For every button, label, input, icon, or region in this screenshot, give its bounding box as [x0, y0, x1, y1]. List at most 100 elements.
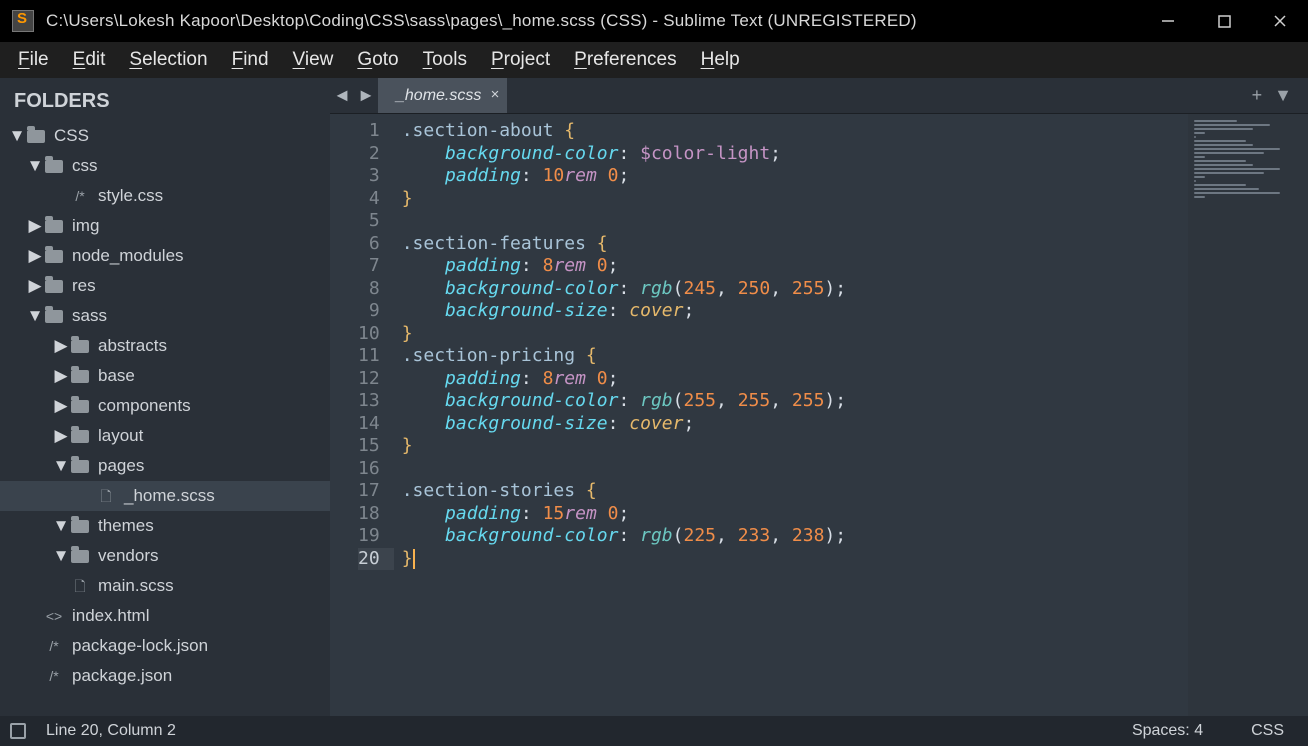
close-button[interactable]: [1252, 0, 1308, 42]
line-gutter[interactable]: 1234567891011121314151617181920: [330, 114, 394, 716]
tree-item-package-json[interactable]: /*package.json: [0, 661, 330, 691]
titlebar[interactable]: C:\Users\Lokesh Kapoor\Desktop\Coding\CS…: [0, 0, 1308, 42]
tab-menu-icon[interactable]: ▼: [1268, 85, 1298, 106]
minimap[interactable]: [1188, 114, 1308, 716]
line-number[interactable]: 4: [369, 188, 380, 209]
menu-tools[interactable]: Tools: [411, 45, 479, 75]
tree-item-abstracts[interactable]: ▶abstracts: [0, 331, 330, 361]
code-line[interactable]: background-size: cover;: [402, 413, 1188, 436]
tab-nav-prev-icon[interactable]: ◄: [330, 78, 354, 113]
status-cursor-position[interactable]: Line 20, Column 2: [46, 722, 176, 740]
tree-item-themes[interactable]: ▼themes: [0, 511, 330, 541]
tree-item-main-scss[interactable]: 🗋main.scss: [0, 571, 330, 601]
tree-item--home-scss[interactable]: 🗋_home.scss: [0, 481, 330, 511]
code-line[interactable]: background-color: rgb(225, 233, 238);: [402, 525, 1188, 548]
new-tab-icon[interactable]: +: [1246, 85, 1269, 106]
maximize-button[interactable]: [1196, 0, 1252, 42]
menu-project[interactable]: Project: [479, 45, 562, 75]
code-line[interactable]: padding: 8rem 0;: [402, 255, 1188, 278]
menu-help[interactable]: Help: [689, 45, 752, 75]
line-number[interactable]: 12: [358, 368, 380, 389]
tree-item-pages[interactable]: ▼pages: [0, 451, 330, 481]
tab-close-icon[interactable]: ×: [491, 86, 500, 103]
menu-find[interactable]: Find: [220, 45, 281, 75]
tabbar[interactable]: ◄ ► _home.scss × + ▼: [330, 78, 1308, 114]
line-number[interactable]: 5: [369, 210, 380, 231]
menu-file[interactable]: File: [6, 45, 61, 75]
code-line[interactable]: background-color: $color-light;: [402, 143, 1188, 166]
folder-icon: [70, 336, 90, 356]
code-line[interactable]: }: [402, 548, 1188, 571]
tree-item-node-modules[interactable]: ▶node_modules: [0, 241, 330, 271]
status-indent[interactable]: Spaces: 4: [1132, 722, 1203, 740]
tree-item-package-lock-json[interactable]: /*package-lock.json: [0, 631, 330, 661]
line-number[interactable]: 18: [358, 503, 380, 524]
folder-icon: [70, 456, 90, 476]
menu-view[interactable]: View: [281, 45, 346, 75]
tree-item-vendors[interactable]: ▼vendors: [0, 541, 330, 571]
app-window: C:\Users\Lokesh Kapoor\Desktop\Coding\CS…: [0, 0, 1308, 746]
minimize-button[interactable]: [1140, 0, 1196, 42]
folder-icon: [44, 276, 64, 296]
line-number[interactable]: 15: [358, 435, 380, 456]
menu-goto[interactable]: Goto: [345, 45, 410, 75]
tree-item-img[interactable]: ▶img: [0, 211, 330, 241]
tree-item-style-css[interactable]: /*style.css: [0, 181, 330, 211]
code-editor[interactable]: .section-about { background-color: $colo…: [394, 114, 1188, 716]
sidebar-header: FOLDERS: [0, 84, 330, 121]
code-line[interactable]: background-color: rgb(255, 255, 255);: [402, 390, 1188, 413]
statusbar[interactable]: Line 20, Column 2 Spaces: 4 CSS: [0, 716, 1308, 746]
code-line[interactable]: padding: 8rem 0;: [402, 368, 1188, 391]
line-number[interactable]: 1: [369, 120, 380, 141]
line-number[interactable]: 16: [358, 458, 380, 479]
disclosure-icon: ▶: [52, 361, 70, 391]
code-line[interactable]: .section-features {: [402, 233, 1188, 256]
tab-home-scss[interactable]: _home.scss ×: [378, 78, 507, 113]
line-number[interactable]: 7: [369, 255, 380, 276]
line-number[interactable]: 6: [369, 233, 380, 254]
code-line[interactable]: }: [402, 323, 1188, 346]
tree-item-css[interactable]: ▼css: [0, 151, 330, 181]
sidebar[interactable]: FOLDERS ▼CSS▼css/*style.css▶img▶node_mod…: [0, 78, 330, 716]
tree-item-res[interactable]: ▶res: [0, 271, 330, 301]
tab-nav-next-icon[interactable]: ►: [354, 78, 378, 113]
code-line[interactable]: .section-stories {: [402, 480, 1188, 503]
code-line[interactable]: background-color: rgb(245, 250, 255);: [402, 278, 1188, 301]
main-area: FOLDERS ▼CSS▼css/*style.css▶img▶node_mod…: [0, 78, 1308, 716]
line-number[interactable]: 8: [369, 278, 380, 299]
tree-item-layout[interactable]: ▶layout: [0, 421, 330, 451]
code-line[interactable]: [402, 458, 1188, 481]
tree-item-label: _home.scss: [124, 481, 215, 511]
line-number[interactable]: 9: [369, 300, 380, 321]
line-number[interactable]: 14: [358, 413, 380, 434]
code-line[interactable]: }: [402, 188, 1188, 211]
code-line[interactable]: .section-pricing {: [402, 345, 1188, 368]
line-number[interactable]: 17: [358, 480, 380, 501]
code-line[interactable]: background-size: cover;: [402, 300, 1188, 323]
line-number[interactable]: 13: [358, 390, 380, 411]
tree-item-css[interactable]: ▼CSS: [0, 121, 330, 151]
line-number[interactable]: 20: [358, 548, 394, 571]
code-line[interactable]: }: [402, 435, 1188, 458]
line-number[interactable]: 11: [358, 345, 380, 366]
code-line[interactable]: padding: 10rem 0;: [402, 165, 1188, 188]
tree-item-index-html[interactable]: <>index.html: [0, 601, 330, 631]
tree-item-components[interactable]: ▶components: [0, 391, 330, 421]
code-line[interactable]: padding: 15rem 0;: [402, 503, 1188, 526]
folder-icon: [44, 156, 64, 176]
menu-preferences[interactable]: Preferences: [562, 45, 688, 75]
code-line[interactable]: [402, 210, 1188, 233]
line-number[interactable]: 19: [358, 525, 380, 546]
tree-item-sass[interactable]: ▼sass: [0, 301, 330, 331]
folder-tree[interactable]: ▼CSS▼css/*style.css▶img▶node_modules▶res…: [0, 121, 330, 691]
code-line[interactable]: .section-about {: [402, 120, 1188, 143]
line-number[interactable]: 2: [369, 143, 380, 164]
menu-edit[interactable]: Edit: [61, 45, 118, 75]
status-language[interactable]: CSS: [1251, 722, 1284, 740]
line-number[interactable]: 3: [369, 165, 380, 186]
status-panel-icon[interactable]: [10, 723, 26, 739]
menu-selection[interactable]: Selection: [117, 45, 219, 75]
tab-actions: + ▼: [1246, 78, 1308, 113]
line-number[interactable]: 10: [358, 323, 380, 344]
tree-item-base[interactable]: ▶base: [0, 361, 330, 391]
